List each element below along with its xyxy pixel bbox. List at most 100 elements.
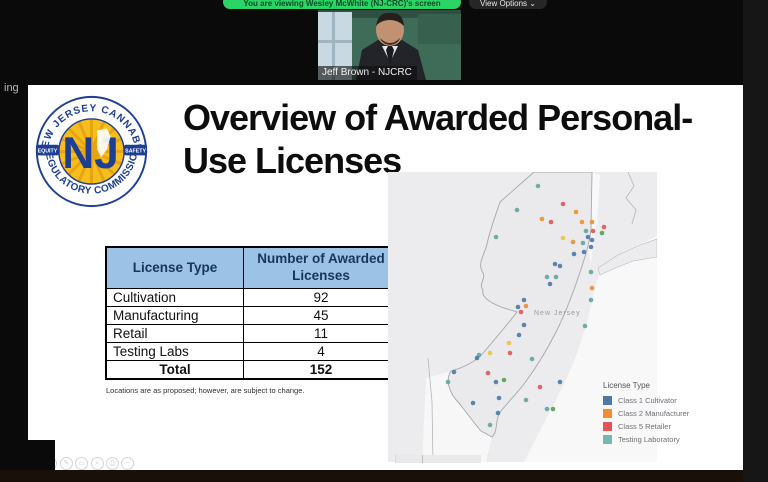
legend-label: Class 2 Manufacturer [618, 409, 689, 418]
zoom-meeting-window: You are viewing Wesley McWhite (NJ-CRC)'… [0, 0, 768, 482]
license-dot-blue [471, 401, 476, 406]
table-row: Retail11 [106, 325, 399, 343]
license-dot-green [502, 378, 507, 383]
license-dot-teal [536, 184, 541, 189]
total-value-cell: 152 [244, 361, 400, 380]
license-dot-blue [558, 380, 563, 385]
table-total-row: Total152 [106, 361, 399, 380]
license-dot-blue [572, 252, 577, 257]
legend-items: Class 1 Cultivator Class 2 Manufacturer Cl… [603, 394, 748, 446]
minus-tool-button[interactable]: − [121, 457, 134, 470]
map-legend: License Type Class 1 Cultivator Class 2 M… [603, 381, 748, 446]
license-dot-red [591, 229, 596, 234]
zoom-tool-button[interactable]: ⌕ [91, 457, 104, 470]
presentation-slide: NEW JERSEY CANNABIS REGULATORY COMMISSIO… [28, 85, 743, 470]
njcrc-logo: NEW JERSEY CANNABIS REGULATORY COMMISSIO… [34, 94, 149, 209]
license-dot-orange [540, 217, 545, 222]
license-dot-blue [522, 323, 527, 328]
legend-swatch [603, 396, 612, 405]
license-table: License Type Number of Awarded Licenses … [105, 246, 400, 380]
license-dot-green [600, 231, 605, 236]
license-dot-orange [524, 304, 529, 309]
license-dot-red [602, 225, 607, 230]
license-dot-blue [475, 356, 480, 361]
license-count-cell: 11 [244, 325, 400, 343]
license-dot-teal [524, 398, 529, 403]
license-dot-blue [558, 264, 563, 269]
license-type-cell: Manufacturing [106, 307, 244, 325]
slide-title: Overview of Awarded Personal- Use Licens… [183, 96, 751, 182]
license-dot-red [549, 220, 554, 225]
license-dot-yellow [507, 341, 512, 346]
license-dot-blue [548, 282, 553, 287]
legend-label: Class 5 Retailer [618, 422, 671, 431]
license-dot-teal [515, 208, 520, 213]
license-dot-orange [574, 210, 579, 215]
license-dot-teal [530, 357, 535, 362]
license-dot-blue [516, 305, 521, 310]
legend-item: Class 5 Retailer [603, 420, 748, 433]
license-table-body: Cultivation92Manufacturing45Retail11Test… [106, 289, 399, 380]
license-dot-teal [589, 298, 594, 303]
license-dot-teal [581, 241, 586, 246]
eraser-tool-button[interactable]: ▭ [75, 457, 88, 470]
license-dot-blue [517, 333, 522, 338]
license-dot-teal [545, 275, 550, 280]
legend-label: Class 1 Cultivator [618, 396, 677, 405]
bottom-left-black-region [0, 440, 55, 472]
participant-video[interactable]: Jeff Brown - NJCRC [318, 10, 461, 80]
license-dot-blue [522, 298, 527, 303]
legend-item: Class 2 Manufacturer [603, 407, 748, 420]
license-type-cell: Testing Labs [106, 343, 244, 361]
license-count-cell: 4 [244, 343, 400, 361]
license-dot-blue [589, 245, 594, 250]
legend-swatch [603, 435, 612, 444]
license-dot-orange [580, 220, 585, 225]
map-region-label: New Jersey [534, 310, 581, 317]
license-dot-teal [554, 275, 559, 280]
license-type-cell: Cultivation [106, 289, 244, 307]
license-dot-teal [584, 229, 589, 234]
license-dot-teal [494, 235, 499, 240]
scrollbar-remnant [395, 455, 481, 463]
logo-ribbon-right: SAFETY [125, 148, 146, 154]
license-dot-teal [583, 324, 588, 329]
license-count-cell: 45 [244, 307, 400, 325]
side-text-fragment: ing [4, 82, 19, 94]
license-dot-orange [590, 220, 595, 225]
legend-title: License Type [603, 381, 748, 390]
license-count-cell: 92 [244, 289, 400, 307]
participant-name-label: Jeff Brown - NJCRC [318, 66, 417, 80]
legend-swatch [603, 409, 612, 418]
logo-ribbon-left: EQUITY [38, 148, 58, 154]
total-label-cell: Total [106, 361, 244, 380]
legend-item: Class 1 Cultivator [603, 394, 748, 407]
license-dot-orange [590, 286, 595, 291]
print-tool-button[interactable]: ⎙ [106, 457, 119, 470]
license-dot-blue [582, 250, 587, 255]
license-dot-teal [545, 407, 550, 412]
license-dot-teal [446, 380, 451, 385]
legend-label: Testing Laboratory [618, 435, 680, 444]
legend-swatch [603, 422, 612, 431]
table-row: Cultivation92 [106, 289, 399, 307]
license-dot-yellow [561, 236, 566, 241]
license-dot-red [508, 351, 513, 356]
license-dot-blue [496, 411, 501, 416]
legend-item: Testing Laboratory [603, 433, 748, 446]
slide-footnote: Locations are as proposed; however, are … [106, 386, 304, 395]
right-black-margin [743, 0, 768, 482]
license-dot-blue [553, 262, 558, 267]
slide-title-line1: Overview of Awarded Personal- [183, 96, 751, 139]
license-dot-yellow [488, 351, 493, 356]
license-dot-red [561, 202, 566, 207]
license-dot-red [486, 371, 491, 376]
table-row: Testing Labs4 [106, 343, 399, 361]
license-dot-blue [452, 370, 457, 375]
license-dot-green [551, 407, 556, 412]
pen-tool-button[interactable]: ✎ [60, 457, 73, 470]
license-dot-blue [494, 380, 499, 385]
view-options-button[interactable]: View Options ⌄ [469, 0, 547, 9]
license-dot-blue [590, 238, 595, 243]
table-row: Manufacturing45 [106, 307, 399, 325]
